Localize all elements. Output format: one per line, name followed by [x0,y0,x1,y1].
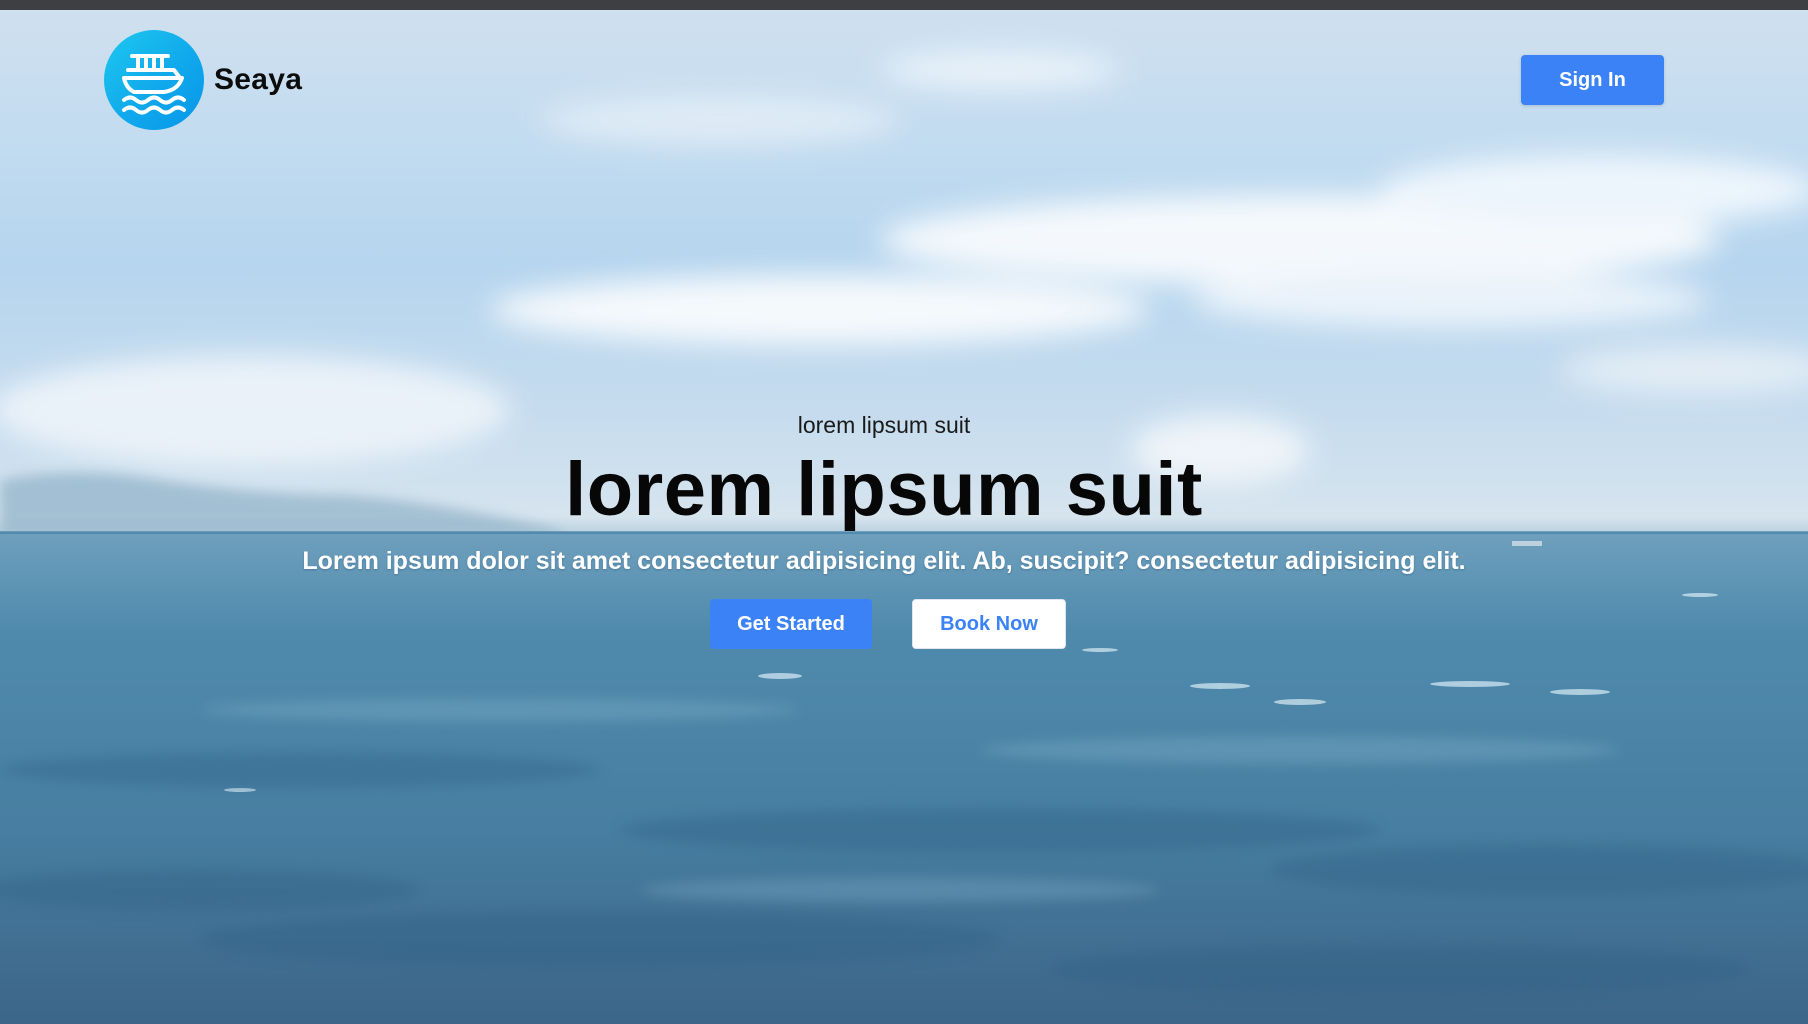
book-now-button[interactable]: Book Now [912,599,1066,649]
ship-on-waves-icon [104,30,204,130]
hero-tagline: Lorem ipsum dolor sit amet consectetur a… [302,547,1466,575]
hero-button-row: Get Started Book Now [0,599,1768,649]
hero-headline: lorem lipsum suit [565,447,1203,532]
brand-logo-link[interactable]: Seaya [104,30,302,130]
sign-in-button[interactable]: Sign In [1521,55,1664,105]
hero-kicker: lorem lipsum suit [797,412,971,438]
hero-content: lorem lipsum suit lorem lipsum suit Lore… [0,405,1768,649]
hero-section: Seaya Sign In lorem lipsum suit lorem li… [0,10,1808,1024]
get-started-button[interactable]: Get Started [710,599,872,649]
brand-name: Seaya [214,63,303,96]
browser-top-strip [0,0,1808,10]
